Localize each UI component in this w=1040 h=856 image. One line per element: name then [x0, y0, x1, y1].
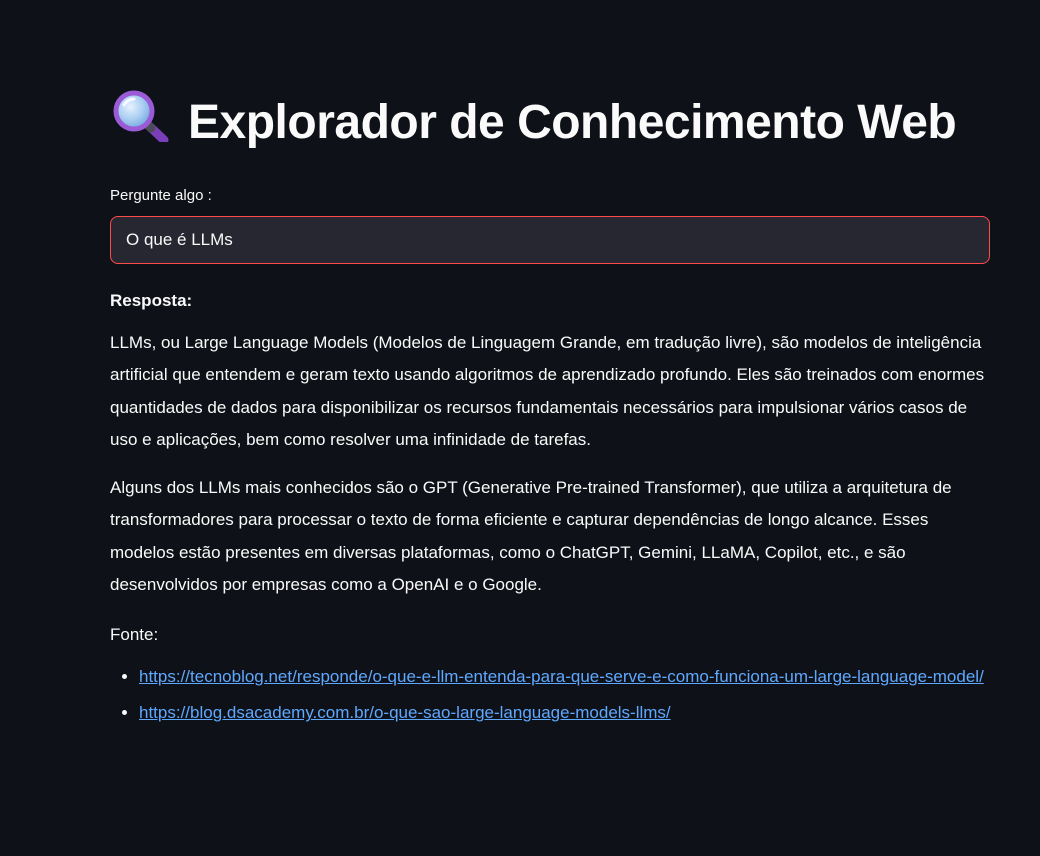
page-title: Explorador de Conhecimento Web: [110, 90, 990, 155]
source-link-1[interactable]: https://tecnoblog.net/responde/o-que-e-l…: [139, 667, 984, 686]
page-title-text: Explorador de Conhecimento Web: [188, 96, 957, 149]
query-label: Pergunte algo :: [110, 187, 212, 204]
main-content: Explorador de Conhecimento Web Pergunte …: [110, 90, 990, 733]
source-link-2[interactable]: https://blog.dsacademy.com.br/o-que-sao-…: [139, 703, 671, 722]
answer-paragraph-2: Alguns dos LLMs mais conhecidos são o GP…: [110, 478, 952, 595]
answer-heading: Resposta:: [110, 291, 193, 310]
answer-paragraph-1: LLMs, ou Large Language Models (Modelos …: [110, 333, 985, 449]
query-input[interactable]: [126, 230, 974, 250]
magnifying-glass-icon: [110, 90, 170, 145]
query-input-wrapper[interactable]: [110, 216, 990, 264]
source-item: https://tecnoblog.net/responde/o-que-e-l…: [139, 661, 990, 693]
sources-label: Fonte:: [110, 625, 159, 645]
source-item: https://blog.dsacademy.com.br/o-que-sao-…: [139, 697, 990, 729]
app-page: Explorador de Conhecimento Web Pergunte …: [0, 0, 1040, 856]
sources-list: https://tecnoblog.net/responde/o-que-e-l…: [110, 661, 990, 729]
